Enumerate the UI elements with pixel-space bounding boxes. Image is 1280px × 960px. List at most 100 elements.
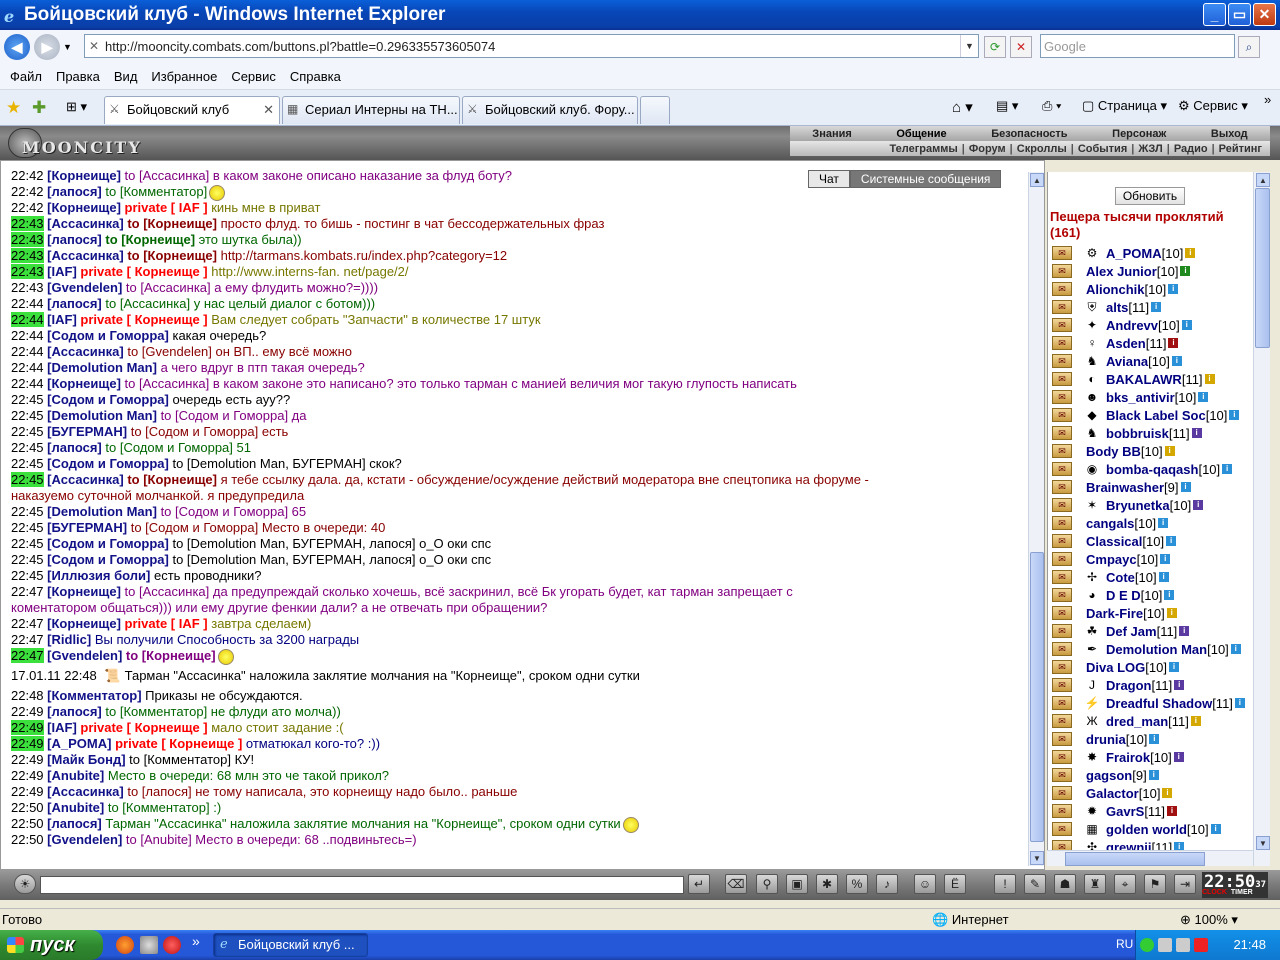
- user-info-icon[interactable]: i: [1167, 806, 1178, 816]
- chat-time[interactable]: 22:43: [11, 280, 44, 295]
- actions-icon[interactable]: ✱: [816, 874, 838, 894]
- room-scrollbar[interactable]: ▲ ▼: [1253, 172, 1270, 866]
- chat-recipient[interactable]: to [Корнеище]: [127, 216, 217, 231]
- chat-nick[interactable]: [Содом и Гоморра]: [47, 328, 169, 343]
- user-name[interactable]: dred_man: [1106, 714, 1168, 729]
- private-message-icon[interactable]: ✉: [1052, 480, 1072, 494]
- menu-file[interactable]: Файл: [10, 69, 42, 84]
- user-name[interactable]: Demolution Man: [1106, 642, 1207, 657]
- chat-time[interactable]: 22:49: [11, 720, 44, 735]
- room-hscroll-thumb[interactable]: [1065, 852, 1205, 866]
- private-target[interactable]: private [ Корнеище ]: [115, 736, 242, 751]
- nav-zhzl[interactable]: ЖЗЛ: [1138, 143, 1162, 155]
- private-message-icon[interactable]: ✉: [1052, 606, 1072, 620]
- chat-time[interactable]: 22:42: [11, 200, 44, 215]
- address-dropdown-icon[interactable]: ▼: [960, 35, 978, 57]
- chat-time[interactable]: 22:49: [11, 768, 44, 783]
- user-info-icon[interactable]: i: [1162, 788, 1173, 798]
- smiles-icon[interactable]: ☺: [914, 874, 936, 894]
- user-name[interactable]: gagson: [1086, 768, 1132, 783]
- chat-time[interactable]: 22:44: [11, 328, 44, 343]
- chat-time[interactable]: 22:45: [11, 504, 44, 519]
- user-list-item[interactable]: ✉ Alex Junior [10] i: [1048, 262, 1191, 280]
- timer-label[interactable]: TIMER: [1231, 889, 1253, 896]
- user-name[interactable]: A_POMA: [1106, 246, 1162, 261]
- user-list-item[interactable]: ✉ ◐ BAKALAWR [11] i: [1048, 370, 1215, 388]
- user-list-item[interactable]: ✉ Galactor [10] i: [1048, 784, 1173, 802]
- tab-forum[interactable]: ⚔ Бойцовский клуб. Фору...: [462, 96, 638, 124]
- private-target[interactable]: private [ Корнеище ]: [80, 312, 207, 327]
- clear-icon[interactable]: ⌫: [725, 874, 747, 894]
- user-info-icon[interactable]: i: [1234, 698, 1245, 708]
- private-message-icon[interactable]: ✉: [1052, 336, 1072, 350]
- user-info-icon[interactable]: i: [1210, 824, 1221, 834]
- clock-label[interactable]: CLOCK: [1202, 889, 1227, 896]
- user-name[interactable]: Dark-Fire: [1086, 606, 1143, 621]
- nav-scrolls[interactable]: Скроллы: [1017, 143, 1067, 155]
- user-info-icon[interactable]: i: [1166, 536, 1177, 546]
- chat-nick[interactable]: [Anubite]: [47, 768, 104, 783]
- language-indicator[interactable]: RU: [1116, 937, 1133, 951]
- chat-nick[interactable]: [IAF]: [47, 720, 77, 735]
- exit-icon[interactable]: ⇥: [1174, 874, 1196, 894]
- chat-time[interactable]: 22:43: [11, 264, 44, 279]
- chat-nick[interactable]: [A_POMA]: [47, 736, 111, 751]
- chat-nick[interactable]: [Комментатор]: [47, 688, 141, 703]
- user-info-icon[interactable]: i: [1158, 518, 1169, 528]
- user-name[interactable]: cangals: [1086, 516, 1134, 531]
- chat-nick[interactable]: [лапося]: [47, 296, 102, 311]
- tab-close-icon[interactable]: ✕: [263, 102, 274, 118]
- user-name[interactable]: Diva LOG: [1086, 660, 1145, 675]
- private-message-icon[interactable]: ✉: [1052, 498, 1072, 512]
- chat-time[interactable]: 22:45: [11, 456, 44, 471]
- chat-time[interactable]: 22:44: [11, 344, 44, 359]
- private-message-icon[interactable]: ✉: [1052, 444, 1072, 458]
- maximize-button[interactable]: ▭: [1228, 3, 1251, 26]
- user-info-icon[interactable]: i: [1166, 608, 1177, 618]
- user-list-item[interactable]: ✉ ✹ GavrS [11] i: [1048, 802, 1178, 820]
- chat-nick[interactable]: [лапося]: [47, 184, 102, 199]
- chat-options-icon[interactable]: ☀: [14, 874, 36, 894]
- user-name[interactable]: bomba-qaqash: [1106, 462, 1198, 477]
- user-info-icon[interactable]: i: [1151, 302, 1162, 312]
- favorites-star-icon[interactable]: ★: [6, 98, 21, 118]
- scroll-up-icon[interactable]: ▲: [1030, 173, 1044, 187]
- private-message-icon[interactable]: ✉: [1052, 570, 1072, 584]
- address-input[interactable]: ✕ http://mooncity.combats.com/buttons.pl…: [84, 34, 979, 58]
- user-name[interactable]: Galactor: [1086, 786, 1139, 801]
- home-icon[interactable]: ⌂ ▾: [952, 98, 973, 116]
- tray-icon[interactable]: [1140, 938, 1154, 952]
- scroll-up-icon[interactable]: ▲: [1256, 173, 1270, 187]
- user-name[interactable]: Body BB: [1086, 444, 1141, 459]
- chat-time[interactable]: 22:45: [11, 472, 44, 487]
- nav-radio[interactable]: Радио: [1174, 143, 1208, 155]
- user-name[interactable]: Frairok: [1106, 750, 1150, 765]
- chat-nick[interactable]: [лапося]: [47, 440, 102, 455]
- chat-nick[interactable]: [лапося]: [47, 704, 102, 719]
- network-icon[interactable]: [1158, 938, 1172, 952]
- user-info-icon[interactable]: i: [1185, 248, 1196, 258]
- chat-nick[interactable]: [Корнеище]: [47, 616, 121, 631]
- quicklaunch-more-icon[interactable]: »: [192, 933, 200, 949]
- user-name[interactable]: Black Label Soc: [1106, 408, 1206, 423]
- antivirus-icon[interactable]: [1194, 938, 1208, 952]
- user-info-icon[interactable]: i: [1191, 428, 1202, 438]
- user-list-item[interactable]: ✉ ☘ Def Jam [11] i: [1048, 622, 1190, 640]
- tab-chat[interactable]: Чат: [808, 170, 850, 188]
- user-name[interactable]: D E D: [1106, 588, 1141, 603]
- user-list-item[interactable]: ✉ ⚙ A_POMA [10] i: [1048, 244, 1196, 262]
- chat-input[interactable]: [40, 876, 684, 894]
- chat-time[interactable]: 22:44: [11, 312, 44, 327]
- user-list-item[interactable]: ✉ ✦ Andrevv [10] i: [1048, 316, 1192, 334]
- user-list-item[interactable]: ✉ ✢ Cote [10] i: [1048, 568, 1169, 586]
- user-list-item[interactable]: ✉ Alionchik [10] i: [1048, 280, 1179, 298]
- private-target[interactable]: private [ IAF ]: [125, 616, 208, 631]
- user-info-icon[interactable]: i: [1204, 374, 1215, 384]
- user-info-icon[interactable]: i: [1181, 320, 1192, 330]
- chat-nick[interactable]: [Gvendelen]: [47, 832, 122, 847]
- user-list-item[interactable]: ✉ gagson [9] i: [1048, 766, 1159, 784]
- chat-time[interactable]: 22:45: [11, 424, 44, 439]
- translit-icon[interactable]: Ё: [944, 874, 966, 894]
- user-info-icon[interactable]: i: [1173, 752, 1184, 762]
- nav-knowledge[interactable]: Знания: [812, 128, 851, 140]
